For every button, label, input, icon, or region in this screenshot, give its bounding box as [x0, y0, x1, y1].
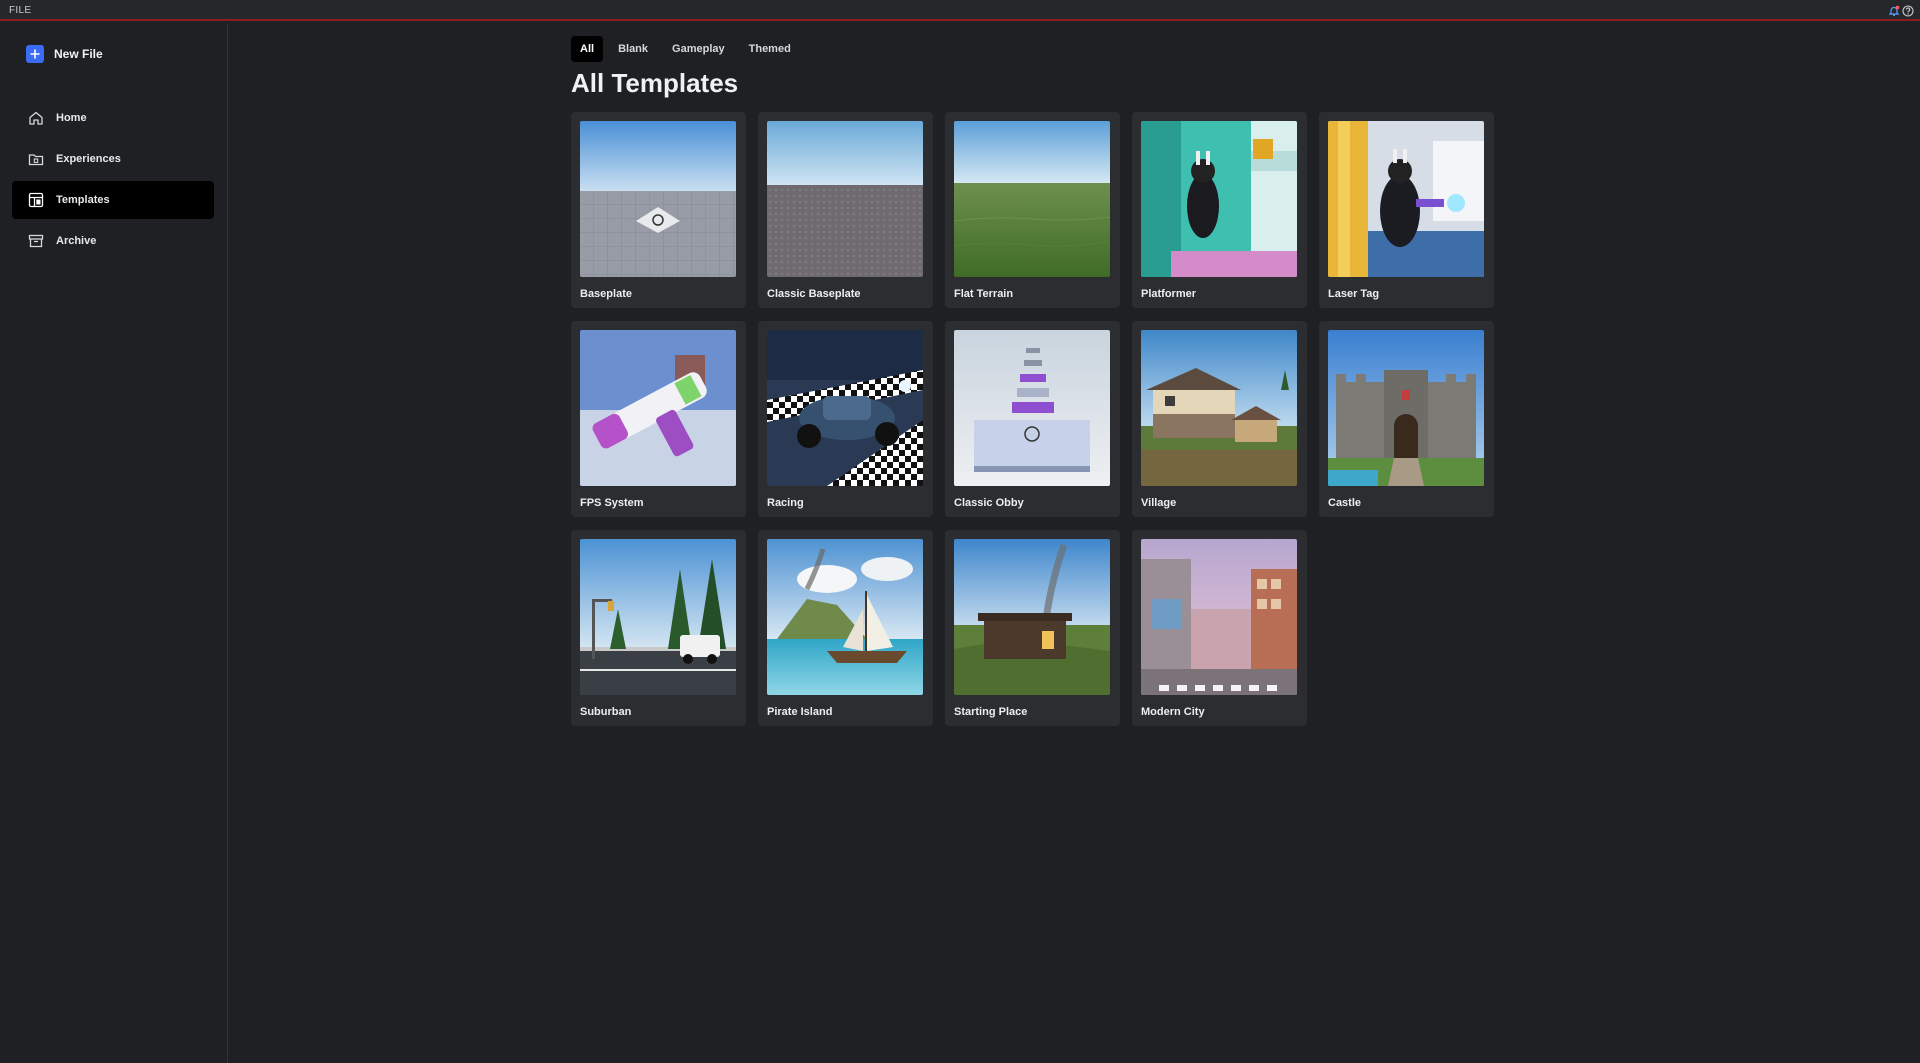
template-title: FPS System [580, 497, 644, 509]
template-card-fps-system[interactable]: FPS System [571, 321, 746, 517]
template-thumbnail [954, 330, 1110, 486]
template-thumbnail [580, 539, 736, 695]
template-title: Classic Obby [954, 497, 1024, 509]
template-title: Laser Tag [1328, 288, 1380, 300]
template-thumbnail [1141, 330, 1297, 486]
sidebar-item-archive[interactable]: Archive [12, 222, 214, 260]
sidebar-item-templates[interactable]: Templates [12, 181, 214, 219]
template-card-village[interactable]: Village [1132, 321, 1307, 517]
template-thumbnail [954, 121, 1110, 277]
template-card-platformer[interactable]: Platformer [1132, 112, 1307, 308]
template-title: Castle [1328, 497, 1362, 509]
template-card-starting-place[interactable]: Starting Place [945, 530, 1120, 726]
template-thumbnail [1328, 121, 1484, 277]
template-title: Suburban [580, 706, 632, 718]
page-title: All Templates [571, 68, 739, 98]
template-card-pirate-island[interactable]: Pirate Island [758, 530, 933, 726]
sidebar: New File Home Experiences Templates Arch… [0, 23, 228, 1063]
template-card-baseplate[interactable]: Baseplate [571, 112, 746, 308]
template-title: Pirate Island [767, 706, 833, 718]
sidebar-item-experiences[interactable]: Experiences [12, 140, 214, 178]
template-title: Village [1141, 497, 1177, 509]
template-thumbnail [767, 121, 923, 277]
template-thumbnail [1141, 121, 1297, 277]
template-thumbnail [767, 539, 923, 695]
template-card-classic-baseplate[interactable]: Classic Baseplate [758, 112, 933, 308]
tab-gameplay[interactable]: Gameplay [663, 36, 734, 62]
new-file-button[interactable]: New File [26, 43, 103, 65]
sidebar-item-label: Home [56, 112, 87, 124]
template-title: Classic Baseplate [767, 288, 861, 300]
title-bar: FILE [0, 0, 1920, 21]
templates-icon [28, 192, 44, 208]
template-thumbnail [1141, 539, 1297, 695]
template-title: Modern City [1141, 706, 1205, 718]
template-card-classic-obby[interactable]: Classic Obby [945, 321, 1120, 517]
tab-all[interactable]: All [571, 36, 604, 62]
sidebar-item-label: Archive [56, 235, 97, 247]
template-card-modern-city[interactable]: Modern City [1132, 530, 1307, 726]
template-card-suburban[interactable]: Suburban [571, 530, 746, 726]
notification-icon[interactable] [1888, 4, 1900, 17]
sidebar-item-label: Experiences [56, 153, 121, 165]
template-title: Starting Place [954, 706, 1028, 718]
template-thumbnail [1328, 330, 1484, 486]
template-thumbnail [767, 330, 923, 486]
archive-icon [28, 233, 44, 249]
template-card-castle[interactable]: Castle [1319, 321, 1494, 517]
plus-icon [26, 45, 44, 63]
home-icon [28, 110, 44, 126]
template-title: Baseplate [580, 288, 632, 300]
file-menu[interactable]: FILE [9, 5, 31, 16]
help-icon[interactable] [1902, 4, 1914, 17]
template-thumbnail [580, 330, 736, 486]
template-thumbnail [580, 121, 736, 277]
new-file-label: New File [54, 47, 103, 61]
template-title: Racing [767, 497, 804, 509]
template-title: Flat Terrain [954, 288, 1014, 300]
folder-icon [28, 151, 44, 167]
sidebar-item-home[interactable]: Home [12, 99, 214, 137]
template-grid: Baseplate Classic Baseplate Flat Terrain… [571, 112, 1494, 726]
sidebar-item-label: Templates [56, 194, 110, 206]
sidebar-nav: Home Experiences Templates Archive [12, 99, 214, 263]
tab-themed[interactable]: Themed [740, 36, 800, 62]
template-card-laser-tag[interactable]: Laser Tag [1319, 112, 1494, 308]
template-card-racing[interactable]: Racing [758, 321, 933, 517]
category-tabs: All Blank Gameplay Themed [571, 36, 800, 62]
template-card-flat-terrain[interactable]: Flat Terrain [945, 112, 1120, 308]
template-thumbnail [954, 539, 1110, 695]
tab-blank[interactable]: Blank [609, 36, 657, 62]
template-title: Platformer [1141, 288, 1197, 300]
